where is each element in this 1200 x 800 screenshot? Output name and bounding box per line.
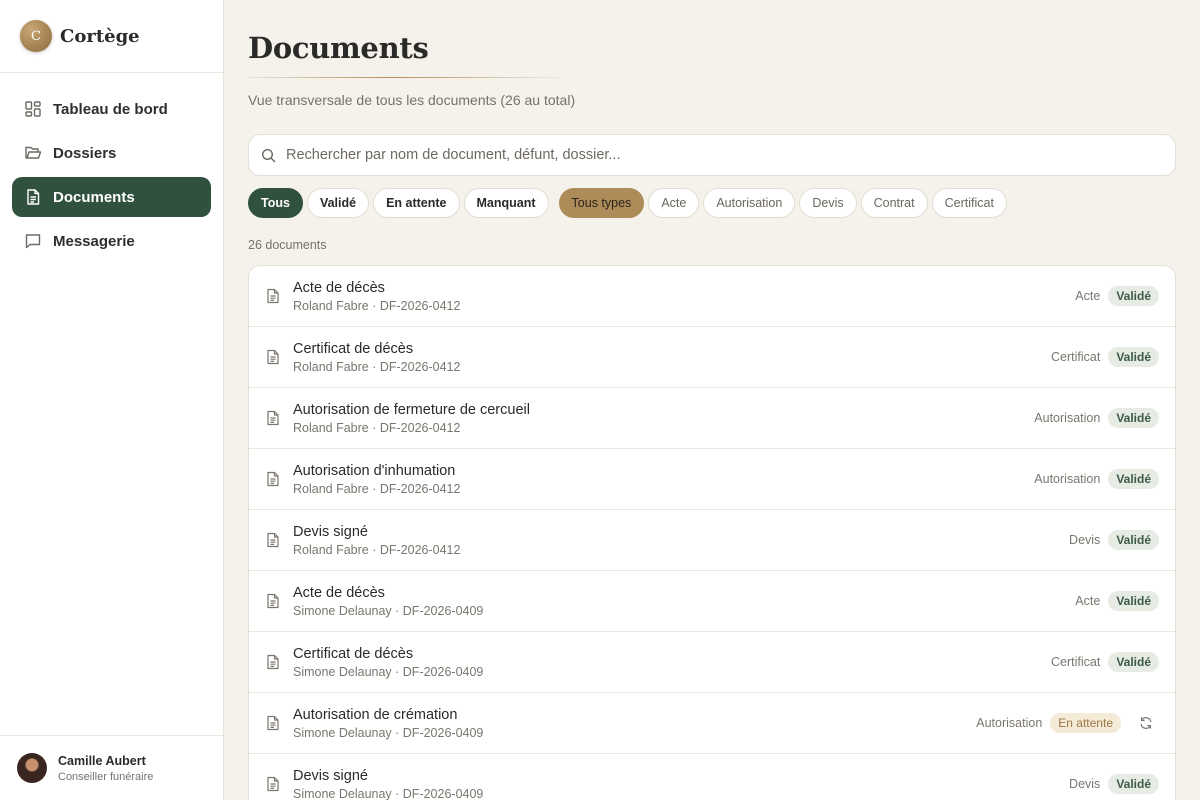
sidebar-item-messagerie[interactable]: Messagerie — [12, 221, 211, 261]
document-row[interactable]: Devis signé Roland Fabre · DF-2026-0412 De… — [249, 510, 1175, 571]
app-name: Cortège — [60, 25, 140, 47]
document-title: Certificat de décès — [293, 645, 414, 662]
document-icon — [266, 532, 280, 548]
filter-status-tous[interactable]: Tous — [248, 188, 303, 218]
sidebar-item-label: Tableau de bord — [53, 100, 168, 118]
title-divider — [248, 77, 566, 78]
document-title: Autorisation d'inhumation — [293, 462, 456, 479]
user-name: Camille Aubert — [58, 753, 146, 768]
document-dossier: Simone Delaunay · DF-2026-0409 — [293, 664, 484, 679]
document-icon — [266, 410, 280, 426]
logo-icon: C — [20, 20, 52, 52]
main-content: Documents Vue transversale de tous les d… — [248, 0, 1176, 800]
document-type: Devis — [1069, 533, 1101, 547]
search-icon — [261, 148, 276, 163]
status-badge: Validé — [1108, 774, 1159, 794]
filter-bar: Tous Validé En attente Manquant Tous typ… — [248, 188, 1176, 218]
sidebar-item-dossiers[interactable]: Dossiers — [12, 133, 211, 173]
status-badge: Validé — [1108, 591, 1159, 611]
sidebar-item-label: Messagerie — [53, 232, 135, 250]
document-row[interactable]: Acte de décès Roland Fabre · DF-2026-0412… — [249, 266, 1175, 327]
document-dossier: Roland Fabre · DF-2026-0412 — [293, 420, 461, 435]
filter-type-contrat[interactable]: Contrat — [860, 188, 928, 218]
document-row[interactable]: Acte de décès Simone Delaunay · DF-2026-0… — [249, 571, 1175, 632]
document-dossier: Roland Fabre · DF-2026-0412 — [293, 359, 461, 374]
user-profile[interactable]: Camille Aubert Conseiller funéraire — [0, 735, 223, 800]
search-input[interactable] — [286, 147, 1146, 163]
sidebar: C Cortège Tableau de bord Dossiers Docum… — [0, 0, 224, 800]
document-dossier: Simone Delaunay · DF-2026-0409 — [293, 725, 484, 740]
document-dossier: Roland Fabre · DF-2026-0412 — [293, 542, 461, 557]
folder-icon — [24, 144, 42, 162]
filter-type-devis[interactable]: Devis — [799, 188, 857, 218]
status-badge: Validé — [1108, 286, 1159, 306]
document-row[interactable]: Certificat de décès Simone Delaunay · DF-… — [249, 632, 1175, 693]
user-role: Conseiller funéraire — [58, 770, 154, 783]
document-list: Acte de décès Roland Fabre · DF-2026-0412… — [248, 265, 1176, 800]
document-row[interactable]: Autorisation d'inhumation Roland Fabre · … — [249, 449, 1175, 510]
filter-status-en-attente[interactable]: En attente — [373, 188, 460, 218]
sidebar-nav: Tableau de bord Dossiers Documents Messa… — [0, 73, 223, 261]
filter-type-autorisation[interactable]: Autorisation — [703, 188, 796, 218]
document-type: Autorisation — [1034, 411, 1101, 425]
document-dossier: Simone Delaunay · DF-2026-0409 — [293, 786, 484, 800]
brand[interactable]: C Cortège — [0, 0, 223, 73]
document-dossier: Roland Fabre · DF-2026-0412 — [293, 298, 461, 313]
page-subtitle: Vue transversale de tous les documents (… — [248, 92, 576, 108]
document-type: Acte — [1075, 289, 1101, 303]
document-type: Certificat — [1050, 655, 1101, 669]
document-type: Certificat — [1050, 350, 1101, 364]
document-type: Devis — [1069, 777, 1101, 791]
document-icon — [266, 288, 280, 304]
sidebar-item-documents[interactable]: Documents — [12, 177, 211, 217]
document-icon — [266, 471, 280, 487]
sidebar-item-label: Dossiers — [53, 144, 117, 162]
status-badge: Validé — [1108, 469, 1159, 489]
document-type: Acte — [1075, 594, 1101, 608]
document-row[interactable]: Autorisation de crémation Simone Delaunay… — [249, 693, 1175, 754]
document-title: Devis signé — [293, 767, 368, 784]
page-title: Documents — [248, 31, 429, 65]
document-icon — [24, 188, 42, 206]
document-title: Autorisation de fermeture de cercueil — [293, 401, 530, 418]
dashboard-icon — [24, 100, 42, 118]
search-bar[interactable] — [248, 134, 1176, 176]
avatar — [17, 753, 47, 783]
sidebar-item-tableau-de-bord[interactable]: Tableau de bord — [12, 89, 211, 129]
document-count: 26 documents — [248, 238, 327, 252]
document-type: Autorisation — [1034, 472, 1101, 486]
status-badge: Validé — [1108, 347, 1159, 367]
document-icon — [266, 593, 280, 609]
document-type: Autorisation — [976, 716, 1043, 730]
document-title: Autorisation de crémation — [293, 706, 458, 723]
filter-status-manquant[interactable]: Manquant — [463, 188, 549, 218]
document-dossier: Roland Fabre · DF-2026-0412 — [293, 481, 461, 496]
filter-status-valide[interactable]: Validé — [306, 188, 370, 218]
document-title: Acte de décès — [293, 584, 385, 601]
status-badge: Validé — [1108, 652, 1159, 672]
refresh-icon[interactable] — [1139, 716, 1153, 730]
document-row[interactable]: Devis signé Simone Delaunay · DF-2026-040… — [249, 754, 1175, 800]
status-badge: Validé — [1108, 408, 1159, 428]
status-badge: Validé — [1108, 530, 1159, 550]
sidebar-item-label: Documents — [53, 188, 135, 206]
document-title: Acte de décès — [293, 279, 385, 296]
document-icon — [266, 715, 280, 731]
message-icon — [24, 232, 42, 250]
filter-type-acte[interactable]: Acte — [648, 188, 700, 218]
status-badge: En attente — [1050, 713, 1121, 733]
document-title: Certificat de décès — [293, 340, 414, 357]
document-icon — [266, 654, 280, 670]
document-icon — [266, 776, 280, 792]
document-title: Devis signé — [293, 523, 368, 540]
filter-type-certificat[interactable]: Certificat — [931, 188, 1007, 218]
document-dossier: Simone Delaunay · DF-2026-0409 — [293, 603, 484, 618]
document-row[interactable]: Certificat de décès Roland Fabre · DF-202… — [249, 327, 1175, 388]
document-icon — [266, 349, 280, 365]
document-row[interactable]: Autorisation de fermeture de cercueil Rol… — [249, 388, 1175, 449]
filter-type-tous-types[interactable]: Tous types — [558, 188, 645, 218]
